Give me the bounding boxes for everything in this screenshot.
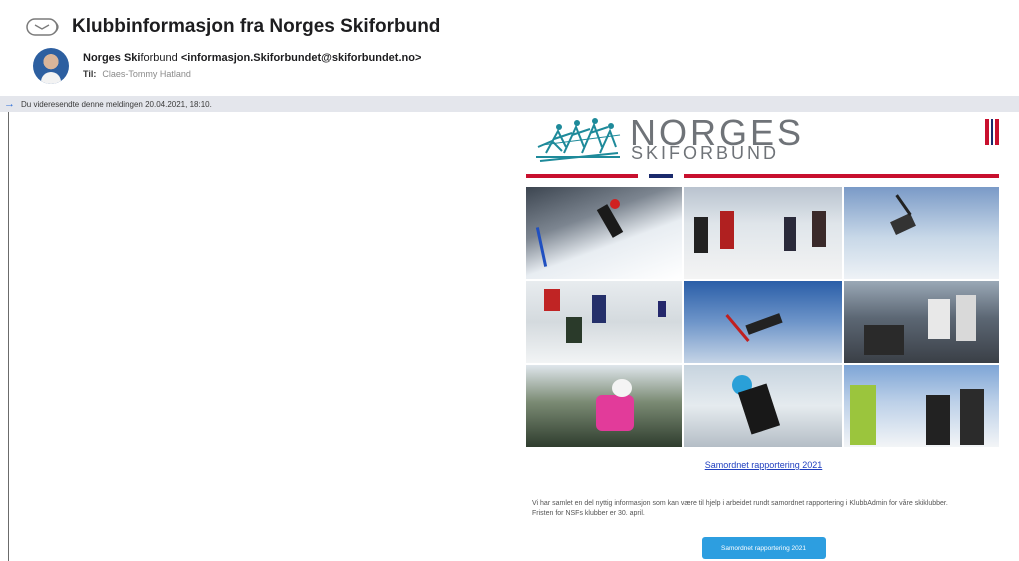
mail-message-icon bbox=[26, 18, 59, 36]
sender-name-rest: forbund bbox=[140, 52, 178, 64]
sender-line[interactable]: Norges Skiforbund <informasjon.Skiforbun… bbox=[83, 52, 421, 64]
flag-stripes-icon bbox=[985, 119, 999, 145]
forwarded-notice: Du videresendte denne meldingen 20.04.20… bbox=[21, 99, 212, 109]
recipient-name[interactable]: Claes-Tommy Hatland bbox=[102, 69, 191, 79]
photo-skicross-race[interactable] bbox=[684, 187, 842, 279]
email-subject-row: Klubbinformasjon fra Norges Skiforbund bbox=[26, 15, 440, 39]
newsletter-body: NORGES SKIFORBUND Samordnet rapportering… bbox=[526, 113, 1001, 559]
photo-spectators-crowd[interactable] bbox=[844, 281, 999, 363]
sender-name-bold: Norges Ski bbox=[83, 52, 141, 64]
skiers-logo-icon bbox=[536, 118, 621, 162]
newsletter-body-text: Vi har samlet en del nyttig informasjon … bbox=[532, 500, 948, 517]
content-left-border bbox=[8, 112, 9, 561]
samordnet-rapportering-button[interactable]: Samordnet rapportering 2021 bbox=[701, 537, 826, 559]
samordnet-rapportering-link[interactable]: Samordnet rapportering 2021 bbox=[705, 460, 823, 470]
photo-collage bbox=[526, 187, 1001, 447]
photo-young-skiers[interactable] bbox=[844, 365, 999, 447]
recipient-line: Til: Claes-Tommy Hatland bbox=[83, 69, 191, 79]
logo-wordmark-skiforbund: SKIFORBUND bbox=[631, 143, 780, 163]
sender-avatar[interactable] bbox=[33, 48, 69, 84]
photo-downhill-racer[interactable] bbox=[684, 365, 842, 447]
photo-skicross-group[interactable] bbox=[526, 281, 682, 363]
newsletter-logo[interactable]: NORGES SKIFORBUND bbox=[526, 113, 1001, 163]
photo-aerial-jump[interactable] bbox=[844, 187, 999, 279]
photo-freestyle-flip[interactable] bbox=[684, 281, 842, 363]
photo-forest-skier[interactable] bbox=[526, 365, 682, 447]
arrow-right-icon: → bbox=[4, 98, 15, 110]
brand-divider bbox=[526, 169, 1001, 183]
forwarded-info-bar: → Du videresendte denne meldingen 20.04.… bbox=[0, 96, 1019, 112]
link-row: Samordnet rapportering 2021 bbox=[526, 455, 1001, 473]
photo-slalom-skier[interactable] bbox=[526, 187, 682, 279]
to-label: Til: bbox=[83, 69, 97, 79]
sender-email: <informasjon.Skiforbundet@skiforbundet.n… bbox=[180, 52, 422, 64]
email-subject: Klubbinformasjon fra Norges Skiforbund bbox=[72, 16, 441, 37]
